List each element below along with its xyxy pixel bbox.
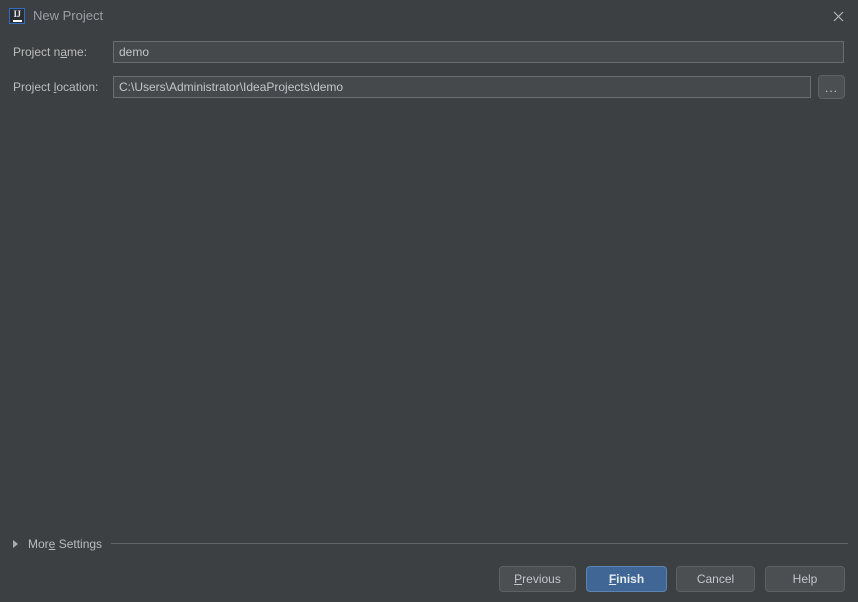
project-location-label-text-after: ocation: bbox=[56, 80, 99, 94]
project-name-label: Project name: bbox=[13, 44, 87, 60]
previous-button-mnemonic: P bbox=[514, 572, 523, 586]
browse-location-button[interactable]: ... bbox=[818, 75, 845, 99]
project-name-row: Project name: demo bbox=[0, 41, 858, 63]
finish-button-label: inish bbox=[616, 572, 645, 586]
project-location-label-text-before: Project bbox=[13, 80, 54, 94]
project-name-label-text-before: Project n bbox=[13, 45, 61, 59]
finish-button[interactable]: Finish bbox=[586, 566, 667, 592]
previous-button-label: revious bbox=[522, 572, 561, 586]
more-settings-label-text-before: Mor bbox=[28, 537, 49, 551]
intellij-idea-icon: IJ bbox=[9, 8, 25, 24]
close-icon[interactable] bbox=[827, 5, 849, 27]
cancel-button[interactable]: Cancel bbox=[676, 566, 755, 592]
ellipsis-icon: ... bbox=[824, 81, 838, 95]
chevron-right-icon bbox=[13, 540, 18, 548]
more-settings-toggle[interactable]: More Settings bbox=[13, 536, 102, 552]
project-name-label-text-after: me: bbox=[67, 45, 88, 59]
window-title: New Project bbox=[33, 8, 104, 23]
app-icon-letters: IJ bbox=[13, 8, 21, 19]
project-name-input[interactable]: demo bbox=[113, 41, 844, 63]
help-button[interactable]: Help bbox=[765, 566, 845, 592]
project-location-row: Project location: C:\Users\Administrator… bbox=[0, 76, 858, 98]
previous-button[interactable]: Previous bbox=[499, 566, 576, 592]
finish-button-mnemonic: F bbox=[608, 572, 617, 586]
project-location-input[interactable]: C:\Users\Administrator\IdeaProjects\demo bbox=[113, 76, 811, 98]
more-settings-label: More Settings bbox=[28, 537, 102, 551]
title-bar: IJ New Project bbox=[0, 0, 858, 31]
project-location-label: Project location: bbox=[13, 79, 98, 95]
more-settings-separator bbox=[111, 543, 848, 544]
more-settings-label-text-after: Settings bbox=[55, 537, 103, 551]
app-icon-underline bbox=[12, 19, 22, 22]
